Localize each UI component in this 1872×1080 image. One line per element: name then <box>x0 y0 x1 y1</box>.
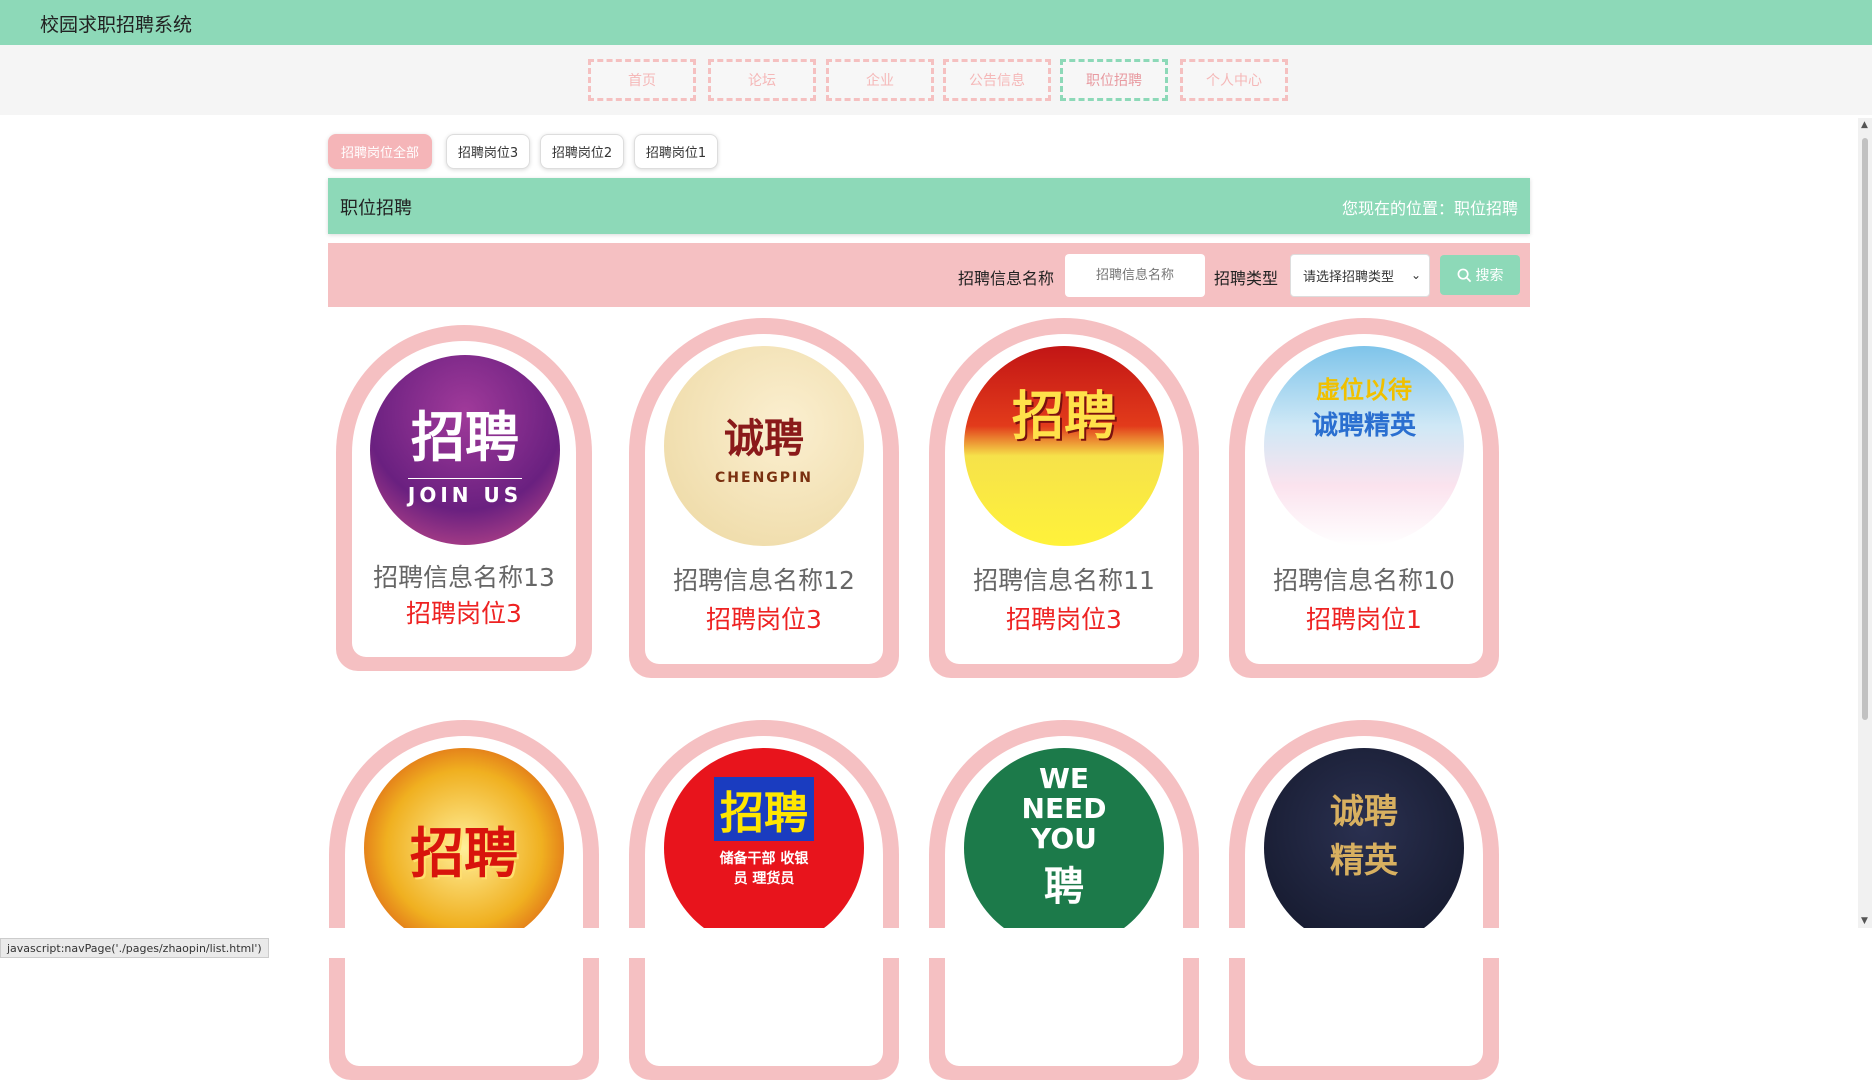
nav-profile[interactable]: 个人中心 <box>1180 59 1288 101</box>
page-bottom-edge <box>0 928 1858 958</box>
top-bar: 校园求职招聘系统 <box>0 0 1872 45</box>
job-card[interactable]: 招聘 <box>329 720 599 1080</box>
job-card-image: 虚位以待 诚聘精英 <box>1264 346 1464 546</box>
nav-notice[interactable]: 公告信息 <box>943 59 1051 101</box>
nav-forum[interactable]: 论坛 <box>708 59 816 101</box>
job-card-position: 招聘岗位3 <box>706 605 822 634</box>
search-icon <box>1457 268 1471 282</box>
name-search-input[interactable] <box>1065 254 1205 297</box>
tab-position-3[interactable]: 招聘岗位3 <box>446 134 530 169</box>
job-card-image: 诚聘精英 <box>1264 748 1464 948</box>
job-card-image: 招聘 <box>964 346 1164 546</box>
job-card[interactable]: 招聘 储备干部 收银员 理货员 <box>629 720 899 1080</box>
nav-band <box>0 45 1872 115</box>
job-card[interactable]: 虚位以待 诚聘精英 招聘信息名称10 招聘岗位1 <box>1229 318 1499 678</box>
job-card-position: 招聘岗位3 <box>406 599 522 628</box>
tab-all[interactable]: 招聘岗位全部 <box>328 134 432 169</box>
job-card-image: 招聘 <box>364 748 564 948</box>
scroll-down-icon[interactable]: ▼ <box>1861 916 1868 926</box>
job-card-name: 招聘信息名称11 <box>973 566 1155 595</box>
app-title: 校园求职招聘系统 <box>40 14 193 36</box>
scrollbar-thumb[interactable] <box>1862 138 1868 720</box>
chevron-down-icon: ⌄ <box>1410 268 1421 282</box>
search-button[interactable]: 搜索 <box>1440 255 1520 295</box>
job-card-position: 招聘岗位3 <box>1006 605 1122 634</box>
job-card[interactable]: 诚聘 CHENGPIN 招聘信息名称12 招聘岗位3 <box>629 318 899 678</box>
job-card-position: 招聘岗位1 <box>1306 605 1422 634</box>
nav-company[interactable]: 企业 <box>826 59 934 101</box>
type-label: 招聘类型 <box>1214 269 1279 288</box>
nav-jobs[interactable]: 职位招聘 <box>1060 59 1168 101</box>
search-button-label: 搜索 <box>1475 268 1504 284</box>
scrollbar[interactable]: ▲ ▼ <box>1858 118 1872 928</box>
search-bar: 招聘信息名称 招聘类型 请选择招聘类型 ⌄ 搜索 <box>328 243 1530 307</box>
job-card-name: 招聘信息名称12 <box>673 566 855 595</box>
job-card-image: WE NEED YOU 聘 <box>964 748 1164 948</box>
tab-position-1[interactable]: 招聘岗位1 <box>634 134 718 169</box>
job-card[interactable]: 招聘 JOIN US 招聘信息名称13 招聘岗位3 <box>336 325 592 671</box>
job-card-image: 招聘 JOIN US <box>370 355 560 545</box>
breadcrumb: 您现在的位置：职位招聘 <box>1341 199 1518 218</box>
status-bar: javascript:navPage('./pages/zhaopin/list… <box>0 938 269 958</box>
section-title: 职位招聘 <box>340 198 412 219</box>
job-card[interactable]: 诚聘精英 <box>1229 720 1499 1080</box>
job-card[interactable]: 招聘 招聘信息名称11 招聘岗位3 <box>929 318 1199 678</box>
tab-position-2[interactable]: 招聘岗位2 <box>540 134 624 169</box>
job-card-image: 招聘 储备干部 收银员 理货员 <box>664 748 864 948</box>
type-select[interactable]: 请选择招聘类型 ⌄ <box>1290 254 1430 297</box>
name-label: 招聘信息名称 <box>958 269 1055 288</box>
job-card[interactable]: WE NEED YOU 聘 <box>929 720 1199 1080</box>
nav-home[interactable]: 首页 <box>588 59 696 101</box>
type-select-value: 请选择招聘类型 <box>1303 270 1395 285</box>
section-header: 职位招聘 您现在的位置：职位招聘 <box>328 178 1530 234</box>
scroll-up-icon[interactable]: ▲ <box>1861 120 1868 130</box>
job-card-name: 招聘信息名称13 <box>373 563 555 592</box>
job-card-image: 诚聘 CHENGPIN <box>664 346 864 546</box>
job-card-name: 招聘信息名称10 <box>1273 566 1455 595</box>
